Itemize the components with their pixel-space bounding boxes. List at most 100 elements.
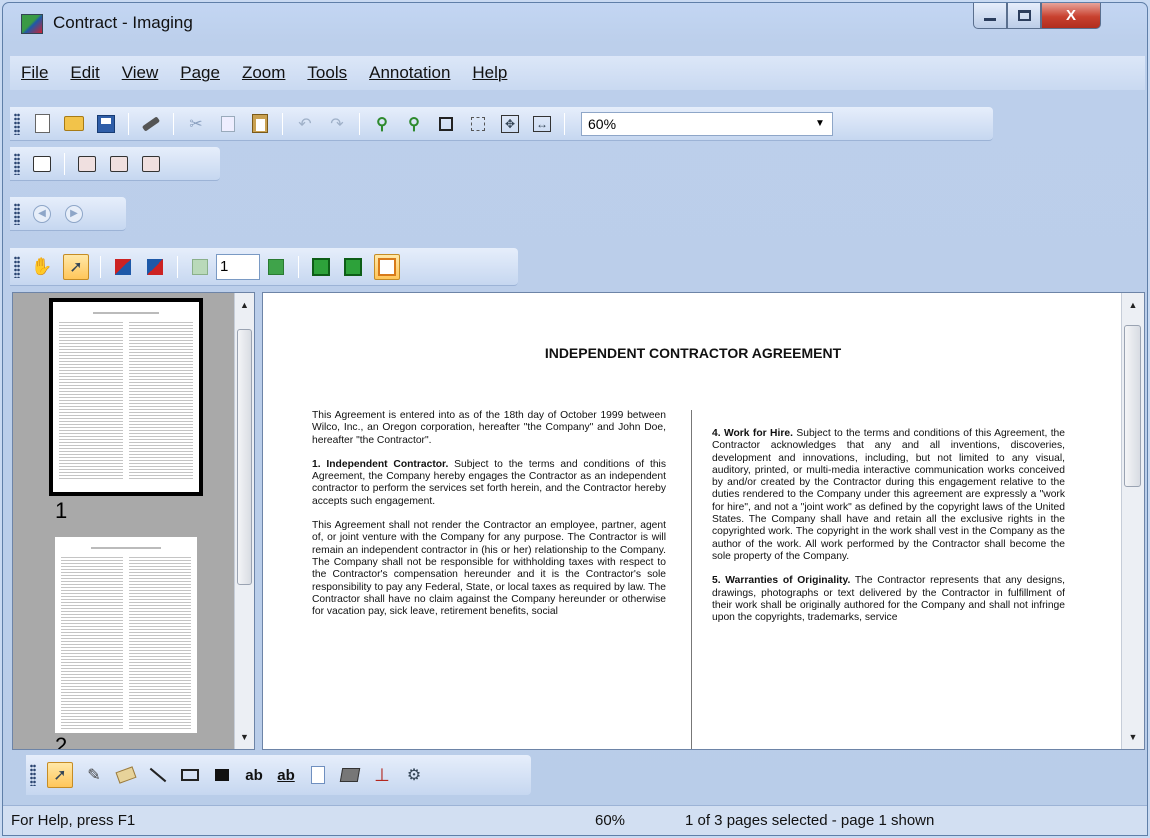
toolbar-grip[interactable] — [14, 152, 20, 175]
close-button[interactable]: X — [1041, 3, 1101, 29]
toolbar-separator — [173, 112, 174, 135]
status-bar: For Help, press F1 60% 1 of 3 pages sele… — [3, 805, 1147, 835]
previous-page-icon[interactable] — [189, 256, 211, 278]
chevron-down-icon[interactable]: ▼ — [812, 116, 828, 132]
document-scrollbar[interactable]: ▲ ▼ — [1121, 293, 1144, 749]
highlighter-icon[interactable] — [115, 764, 137, 786]
menu-edit[interactable]: Edit — [70, 63, 99, 83]
toolbar-grip[interactable] — [14, 112, 20, 135]
forward-icon[interactable]: ▶ — [63, 203, 85, 225]
line-icon[interactable] — [147, 764, 169, 786]
select-pointer-icon[interactable]: ➚ — [63, 253, 89, 280]
menu-page[interactable]: Page — [180, 63, 220, 83]
toolbar-separator — [298, 255, 299, 278]
section-heading: 1. Independent Contractor. — [312, 458, 449, 470]
single-page-view-icon[interactable] — [310, 256, 332, 278]
history-toolbar: ◀ ▶ — [10, 197, 126, 231]
scroll-up-arrow[interactable]: ▲ — [1122, 295, 1144, 315]
rotate-left-icon[interactable] — [112, 256, 134, 278]
imaging-app-icon — [21, 14, 43, 34]
print-selected-icon[interactable] — [108, 153, 130, 175]
toolbar-grip[interactable] — [14, 255, 20, 278]
filled-rectangle-icon[interactable] — [211, 764, 233, 786]
print-icon[interactable] — [31, 153, 53, 175]
zoom-select[interactable]: 60% ▼ — [581, 111, 833, 136]
thumbnail-scrollbar[interactable]: ▲ ▼ — [234, 293, 254, 749]
pan-hand-icon[interactable]: ✋ — [31, 256, 53, 278]
toolbar-separator — [128, 112, 129, 135]
hollow-rectangle-icon[interactable] — [179, 764, 201, 786]
scroll-down-arrow[interactable]: ▼ — [235, 727, 254, 747]
scroll-down-arrow[interactable]: ▼ — [1122, 727, 1144, 747]
document-right-column: 4. Work for Hire. Subject to the terms a… — [712, 428, 1065, 636]
thumbnail-pane[interactable]: 1 2 ▲ ▼ — [12, 292, 255, 750]
page-and-thumbnails-view-icon[interactable] — [374, 253, 400, 280]
thumbnail-page-2[interactable] — [55, 537, 197, 733]
paragraph: 5. Warranties of Originality. The Contra… — [712, 575, 1065, 624]
open-folder-icon[interactable] — [63, 113, 85, 135]
zoom-rectangle-icon[interactable] — [435, 113, 457, 135]
menu-bar: File Edit View Page Zoom Tools Annotatio… — [10, 56, 1145, 90]
scan-icon[interactable] — [140, 113, 162, 135]
paragraph: 1. Independent Contractor. Subject to th… — [312, 459, 666, 508]
next-page-icon[interactable] — [265, 256, 287, 278]
fit-to-page-icon[interactable]: ✥ — [499, 113, 521, 135]
blank-page-icon[interactable] — [307, 764, 329, 786]
thumbnail-page-1[interactable] — [49, 298, 203, 496]
new-document-icon[interactable] — [31, 113, 53, 135]
fit-to-width-icon[interactable]: ↔ — [531, 113, 553, 135]
freehand-pen-icon[interactable]: ✎ — [83, 764, 105, 786]
status-selection: 1 of 3 pages selected - page 1 shown — [685, 812, 935, 829]
maximize-button[interactable] — [1007, 3, 1041, 29]
text-annotation-icon[interactable]: ab — [243, 764, 265, 786]
zoom-out-icon[interactable]: ⚲ — [403, 113, 425, 135]
page-number-input[interactable]: 1 — [216, 253, 260, 280]
redo-icon[interactable]: ↷ — [326, 113, 348, 135]
menu-file[interactable]: File — [21, 63, 48, 83]
document-left-column: This Agreement is entered into as of the… — [312, 410, 666, 630]
menu-help[interactable]: Help — [472, 63, 507, 83]
annotation-properties-icon[interactable]: ⚙ — [403, 764, 425, 786]
paste-icon[interactable] — [249, 113, 271, 135]
toolbar-separator — [100, 255, 101, 278]
title-bar: Contract - Imaging X — [3, 3, 1147, 45]
menu-zoom[interactable]: Zoom — [242, 63, 285, 83]
thumbnail-label: 2 — [55, 733, 68, 749]
document-view[interactable]: INDEPENDENT CONTRACTOR AGREEMENT This Ag… — [262, 292, 1145, 750]
print-page-icon[interactable] — [76, 153, 98, 175]
undo-icon[interactable]: ↶ — [294, 113, 316, 135]
annotation-select-icon[interactable]: ➚ — [47, 762, 73, 788]
toolbar-separator — [282, 112, 283, 135]
scroll-up-arrow[interactable]: ▲ — [235, 295, 254, 315]
paragraph: This Agreement shall not render the Cont… — [312, 520, 666, 618]
paragraph: This Agreement is entered into as of the… — [312, 410, 666, 446]
save-icon[interactable] — [95, 113, 117, 135]
rubber-stamp-icon[interactable]: ⊥ — [371, 764, 393, 786]
status-zoom: 60% — [595, 812, 626, 829]
app-window: Contract - Imaging X File Edit View Page… — [2, 2, 1148, 836]
cut-icon[interactable]: ✂ — [185, 113, 207, 135]
select-area-icon[interactable] — [467, 113, 489, 135]
back-icon[interactable]: ◀ — [31, 203, 53, 225]
menu-tools[interactable]: Tools — [307, 63, 347, 83]
stamp-image-icon[interactable] — [339, 764, 361, 786]
zoom-in-icon[interactable]: ⚲ — [371, 113, 393, 135]
print-all-icon[interactable] — [140, 153, 162, 175]
toolbar-separator — [177, 255, 178, 278]
toolbar-grip[interactable] — [14, 202, 20, 225]
menu-annotation[interactable]: Annotation — [369, 63, 450, 83]
print-toolbar — [10, 147, 220, 181]
scroll-thumb[interactable] — [237, 329, 252, 585]
toolbar-separator — [64, 152, 65, 175]
paragraph: 4. Work for Hire. Subject to the terms a… — [712, 428, 1065, 563]
minimize-button[interactable] — [973, 3, 1007, 29]
attached-note-icon[interactable]: ab — [275, 764, 297, 786]
column-divider — [691, 410, 692, 749]
toolbar-grip[interactable] — [30, 764, 36, 786]
rotate-right-icon[interactable] — [144, 256, 166, 278]
thumbnail-grid-view-icon[interactable] — [342, 256, 364, 278]
window-title: Contract - Imaging — [53, 13, 193, 32]
scroll-thumb[interactable] — [1124, 325, 1141, 487]
menu-view[interactable]: View — [122, 63, 159, 83]
copy-icon[interactable] — [217, 113, 239, 135]
